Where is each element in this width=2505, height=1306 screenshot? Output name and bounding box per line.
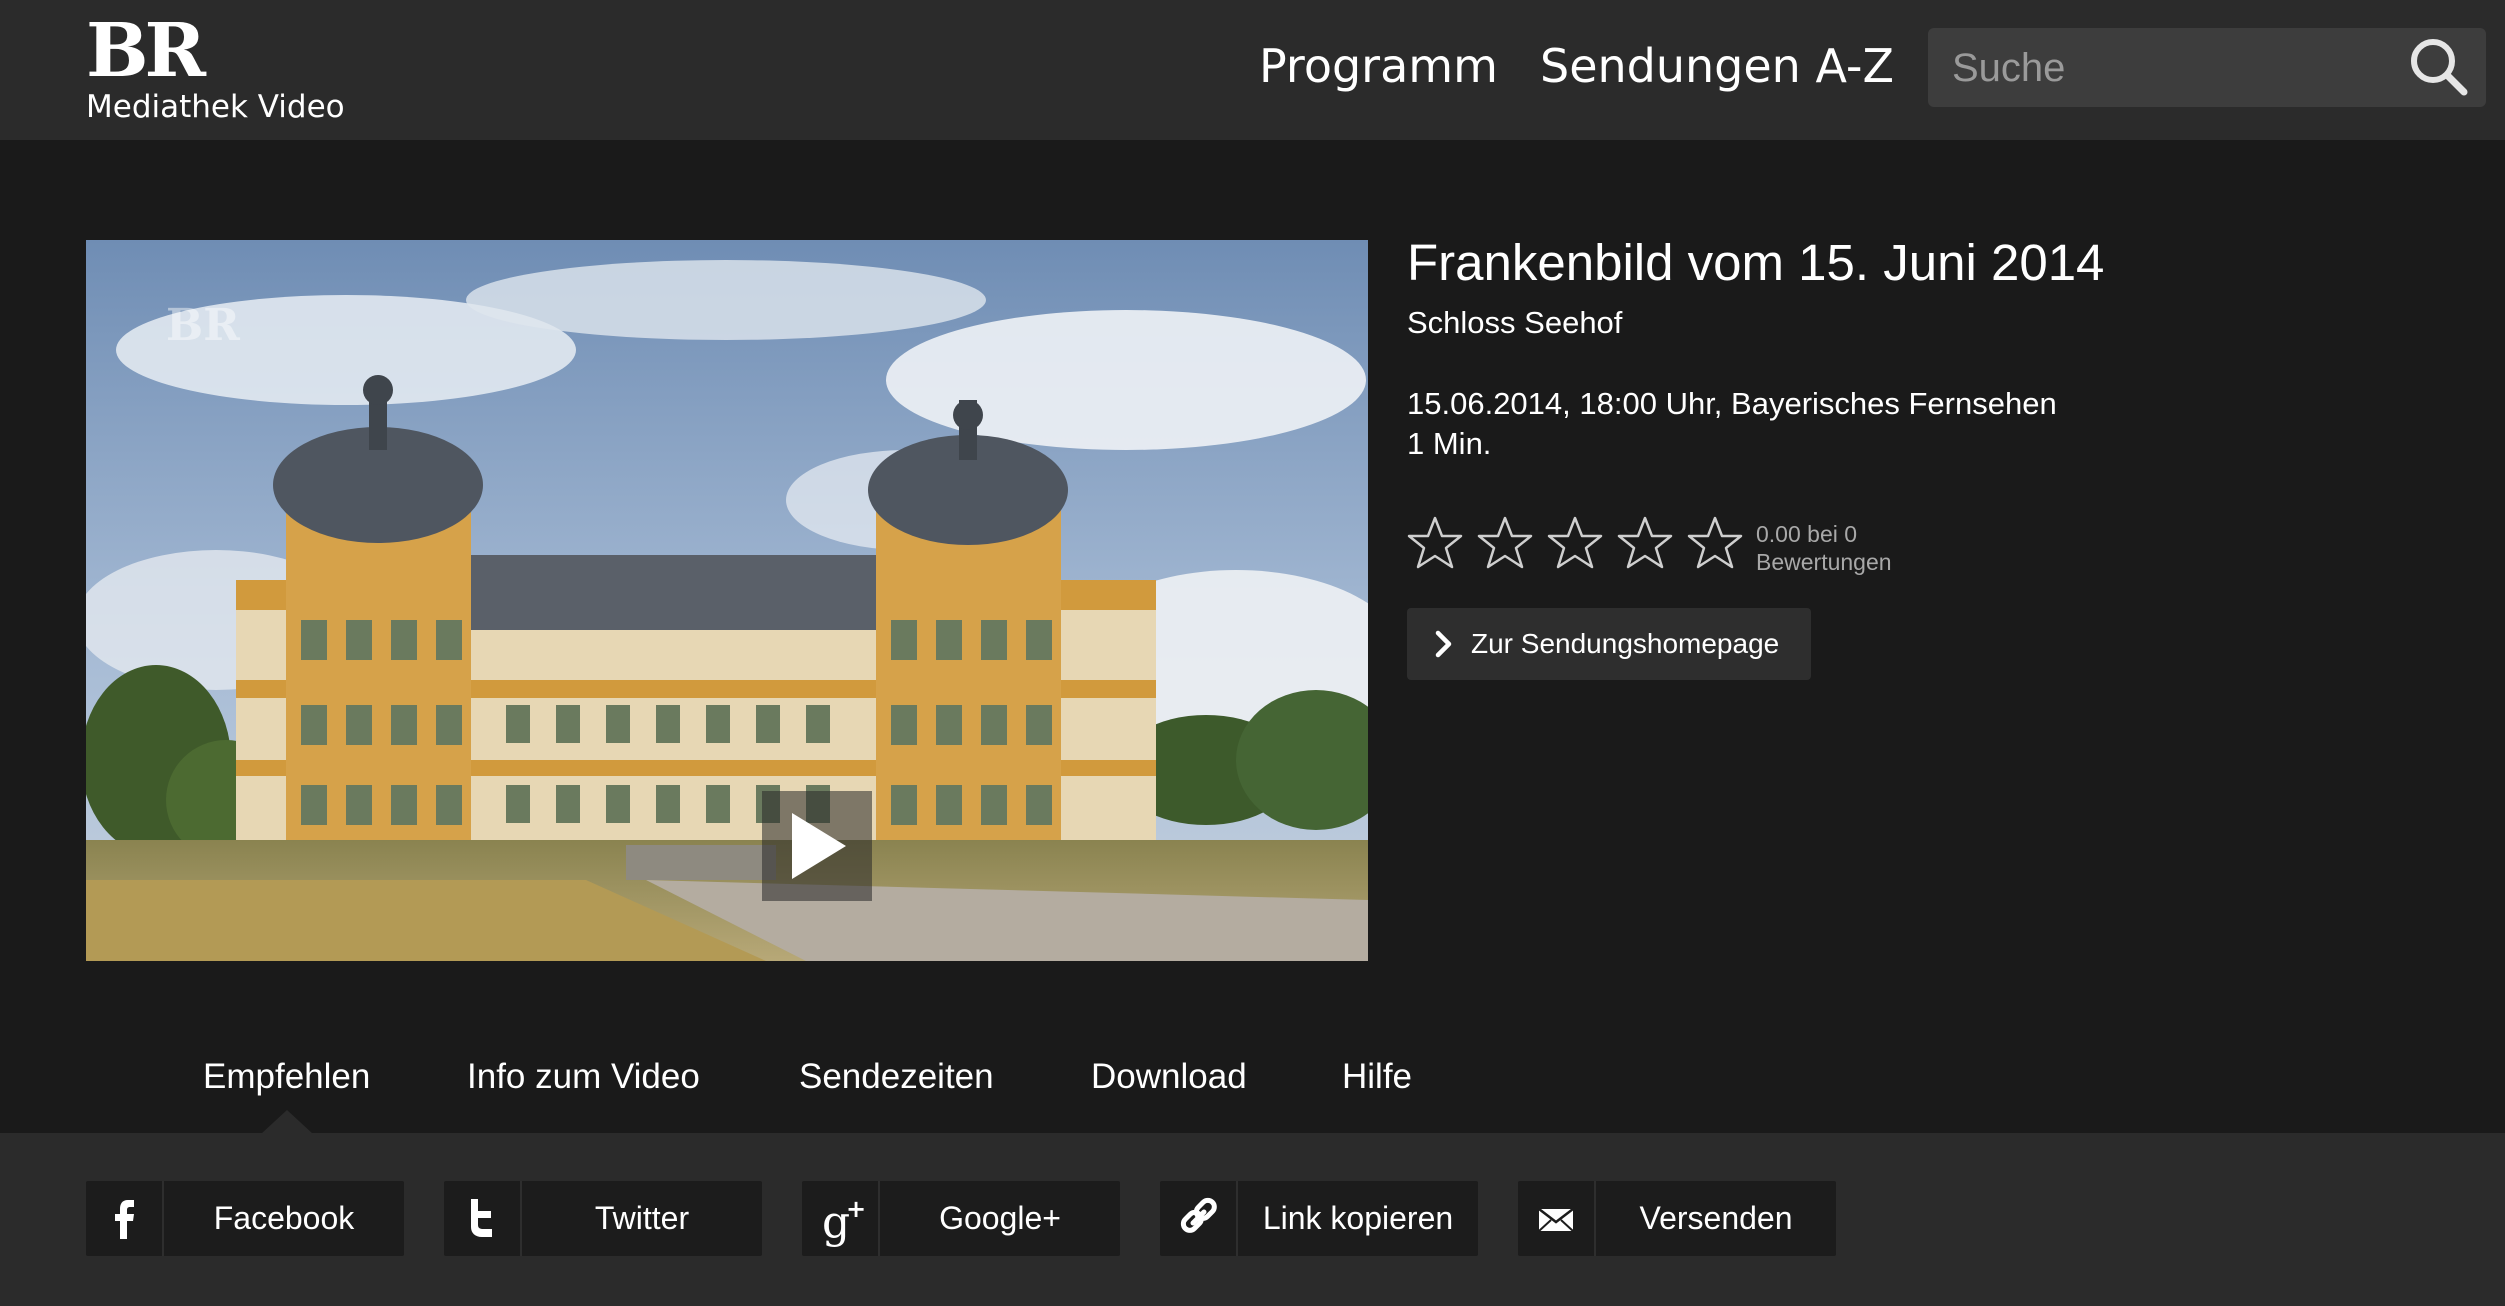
search-box — [1928, 28, 2486, 109]
link-icon — [1180, 1197, 1217, 1233]
video-player[interactable]: BR — [86, 240, 1368, 961]
search-input[interactable] — [1950, 28, 2394, 109]
star-icon[interactable] — [1617, 515, 1673, 571]
tab-hilfe[interactable]: Hilfe — [1342, 1052, 1412, 1102]
logo-subtitle: Mediathek Video — [86, 89, 345, 125]
copy-link-label: Link kopieren — [1262, 1200, 1454, 1236]
broadcast-info: 15.06.2014, 18:00 Uhr, Bayerisches Ferns… — [1407, 386, 2057, 421]
share-twitter-button[interactable]: Twitter — [444, 1181, 762, 1256]
chevron-right-icon — [1435, 630, 1452, 658]
facebook-icon — [115, 1200, 134, 1239]
share-facebook-button[interactable]: Facebook — [86, 1181, 404, 1256]
google-plus-icon: g + — [822, 1195, 866, 1248]
copy-link-button[interactable]: Link kopieren — [1160, 1181, 1478, 1256]
show-homepage-label: Zur Sendungshomepage — [1471, 628, 1780, 659]
star-icon[interactable] — [1547, 515, 1603, 571]
twitter-icon — [471, 1199, 492, 1237]
search-icon[interactable] — [2408, 36, 2470, 98]
nav-programm[interactable]: Programm — [1259, 36, 1498, 96]
active-tab-indicator — [261, 1110, 313, 1134]
tab-download[interactable]: Download — [1091, 1052, 1247, 1102]
show-homepage-button[interactable]: Zur Sendungshomepage — [1407, 608, 1811, 680]
rating-summary: 0.00 bei 0 Bewertungen — [1756, 520, 1976, 576]
video-thumbnail-castle: BR — [86, 240, 1368, 961]
share-email-button[interactable]: Versenden — [1518, 1181, 1836, 1256]
play-button[interactable] — [762, 791, 872, 901]
star-icon[interactable] — [1407, 515, 1463, 571]
nav-sendungen-a-z[interactable]: Sendungen A-Z — [1540, 36, 1894, 96]
br-logo[interactable]: BR Mediathek Video — [86, 14, 346, 126]
video-watermark: BR — [166, 300, 240, 351]
logo-mark: BR — [86, 8, 206, 94]
tab-empfehlen[interactable]: Empfehlen — [203, 1052, 370, 1102]
video-title: Frankenbild vom 15. Juni 2014 — [1407, 234, 2105, 291]
share-google-plus-label: Google+ — [939, 1200, 1061, 1236]
rating-score: 0.00 bei 0 — [1756, 521, 1858, 547]
tab-info-zum-video[interactable]: Info zum Video — [467, 1052, 700, 1102]
mail-icon — [1538, 1208, 1574, 1232]
duration: 1 Min. — [1407, 426, 1492, 461]
top-header: BR Mediathek Video Programm Sendungen A-… — [0, 0, 2505, 140]
play-icon — [792, 813, 846, 879]
tab-sendezeiten[interactable]: Sendezeiten — [799, 1052, 994, 1102]
share-google-plus-button[interactable]: g + Google+ — [802, 1181, 1120, 1256]
star-icon[interactable] — [1687, 515, 1743, 571]
video-subtitle: Schloss Seehof — [1407, 305, 1623, 340]
star-icon[interactable] — [1477, 515, 1533, 571]
share-twitter-label: Twitter — [594, 1200, 690, 1236]
svg-text:+: + — [846, 1195, 866, 1223]
share-facebook-label: Facebook — [213, 1200, 355, 1236]
share-email-label: Versenden — [1639, 1200, 1793, 1236]
rating-count-label: Bewertungen — [1756, 549, 1892, 575]
